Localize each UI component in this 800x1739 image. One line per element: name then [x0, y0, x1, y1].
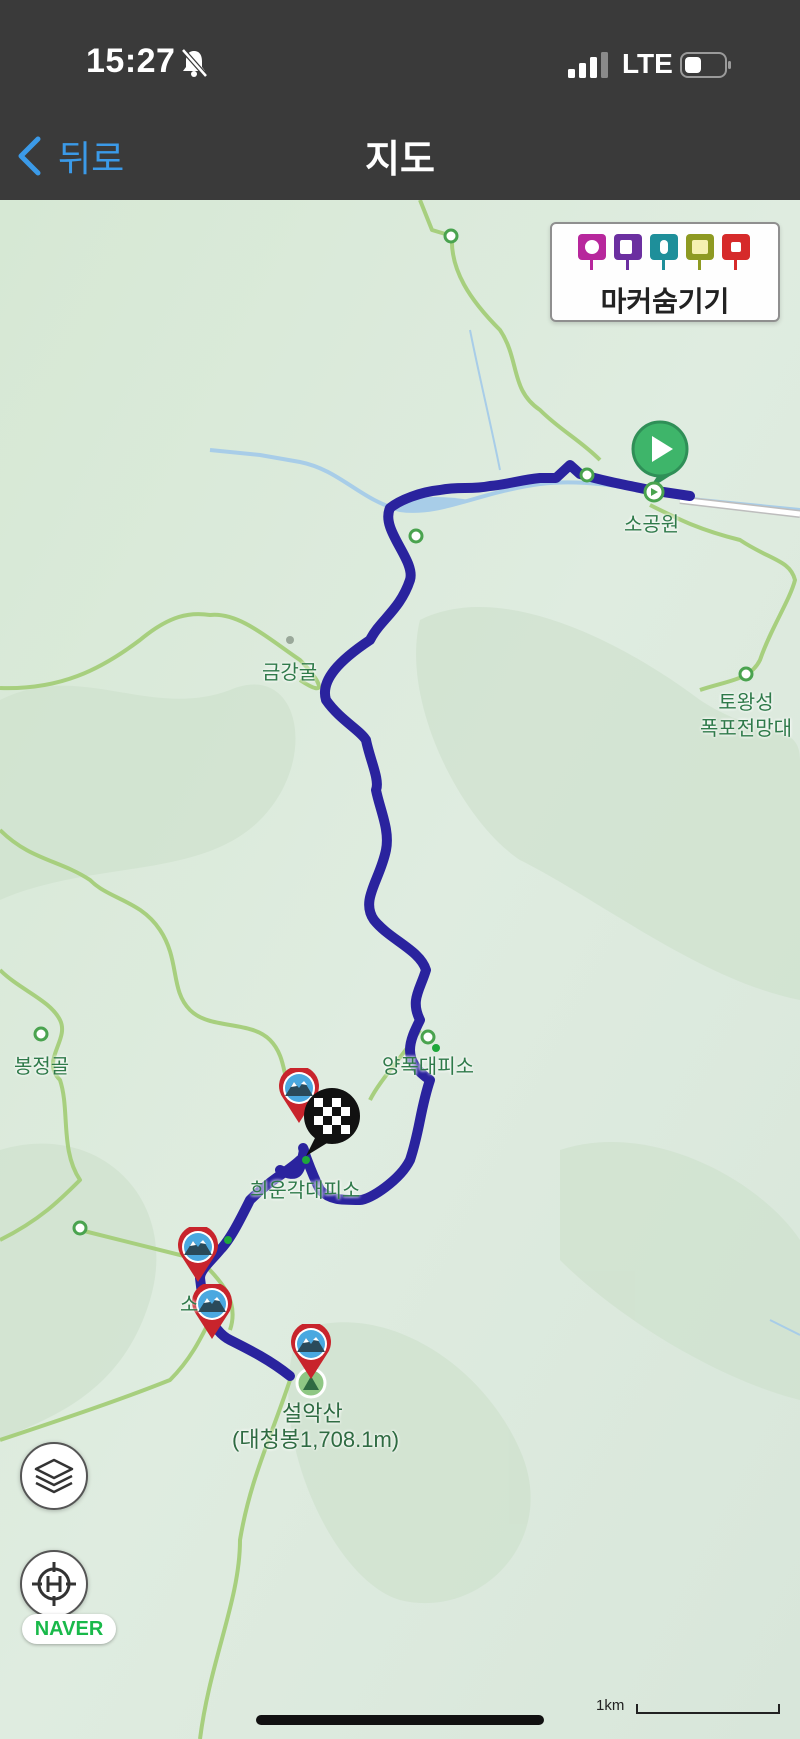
status-time: 15:27 [86, 42, 176, 80]
flag-icon [722, 234, 750, 272]
home-indicator[interactable] [256, 1715, 544, 1725]
place-label-partial: 소 [180, 1294, 199, 1316]
map-base [0, 200, 800, 1739]
place-label-sogongwon: 소공원 [624, 514, 680, 536]
network-type: LTE [622, 48, 673, 79]
location-button[interactable] [20, 1550, 88, 1618]
layers-icon [34, 1458, 74, 1494]
page-title: 지도 [365, 139, 435, 181]
scale-label: 1km [596, 1697, 625, 1714]
place-label-huiungak: 희운각대피소 [250, 1180, 361, 1202]
place-label-bongjeonggol: 봉정골 [14, 1056, 70, 1078]
marker-hide-button[interactable]: 마커숨기기 [550, 222, 780, 322]
peak-elevation: (대청봉1,708.1m) [232, 1427, 400, 1452]
peak-name: 설악산 [282, 1401, 343, 1426]
video-icon [614, 234, 642, 272]
top-bar: 15:27 LTE 뒤로 지도 [0, 0, 800, 200]
layers-button[interactable] [20, 1442, 88, 1510]
place-label-towangseong: 토왕성 폭포전망대 [700, 692, 792, 740]
crosshair-icon [32, 1562, 76, 1606]
marker-type-icons [578, 234, 750, 272]
voice-icon [650, 234, 678, 272]
place-label-geumganggul: 금강굴 [262, 662, 318, 684]
naver-logo: NAVER [22, 1614, 116, 1644]
bell-muted-icon [181, 48, 208, 78]
signal-icon [568, 52, 608, 78]
battery-icon [680, 52, 731, 78]
place-label-yangpok: 양폭대피소 [382, 1056, 474, 1078]
scale-bar [636, 1704, 780, 1714]
marker-hide-label: 마커숨기기 [600, 286, 730, 317]
camera-icon [578, 234, 606, 272]
map-screen: 15:27 LTE 뒤로 지도 마커숨기기 소공원 금강굴 토왕성 폭포전망대 … [0, 0, 800, 1739]
memo-icon [686, 234, 714, 272]
map-canvas[interactable] [0, 200, 800, 1739]
